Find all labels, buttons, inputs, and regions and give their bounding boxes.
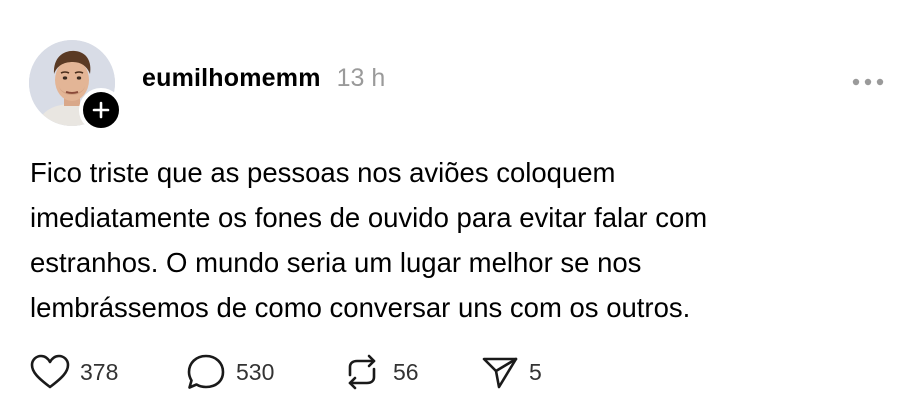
username[interactable]: eumilhomemm [142,64,321,93]
post-text: Fico triste que as pessoas nos aviões co… [30,150,890,330]
more-options-button[interactable] [850,70,886,94]
thread-post: eumilhomemm 13 h Fico triste que as pess… [0,0,922,419]
repost-icon [348,354,376,390]
timestamp: 13 h [336,64,386,92]
follow-button[interactable] [79,88,123,132]
more-horizontal-icon [852,78,884,86]
heart-icon [30,354,70,389]
plus-icon [92,101,110,119]
action-bar: 378 530 56 5 [30,350,561,394]
like-button[interactable]: 378 [30,354,186,390]
post-text-line: estranhos. O mundo seria um lugar melhor… [30,247,642,278]
post-text-line: lembrássemos de como conversar uns com o… [30,292,691,323]
post-header: eumilhomemm 13 h [142,64,385,93]
share-button[interactable]: 5 [481,353,561,391]
paper-plane-icon [482,357,518,389]
post-text-line: imediatamente os fones de ouvido para ev… [30,202,708,233]
like-count: 378 [80,358,119,385]
comment-button[interactable]: 530 [186,353,341,391]
repost-button[interactable]: 56 [341,353,481,391]
repost-count: 56 [393,358,419,385]
share-count: 5 [529,358,542,385]
comment-count: 530 [236,358,275,385]
speech-bubble-icon [187,354,225,389]
post-text-line: Fico triste que as pessoas nos aviões co… [30,157,616,188]
